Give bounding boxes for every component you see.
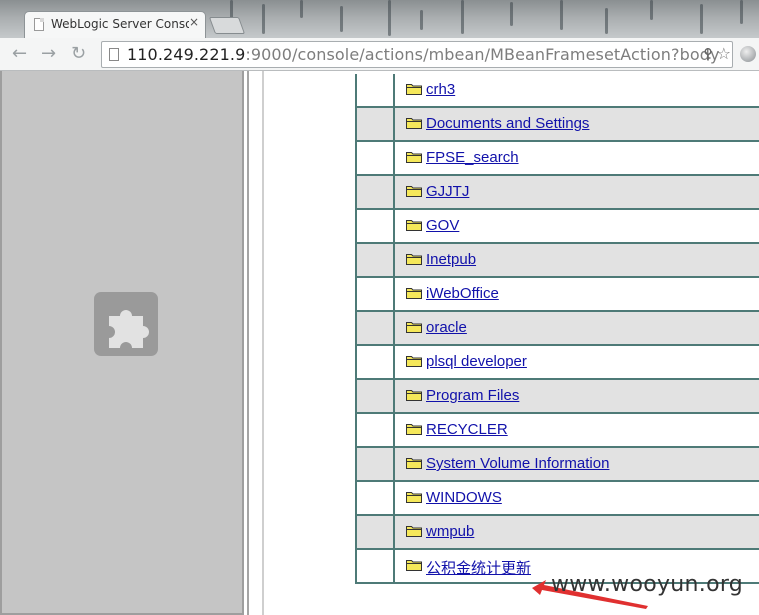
address-bar[interactable]: 110.249.221.9:9000/console/actions/mbean… <box>101 41 733 68</box>
folder-link[interactable]: RECYCLER <box>426 421 508 438</box>
folder-link[interactable]: iWebOffice <box>426 285 499 302</box>
tab-title: WebLogic Server Conso <box>51 17 189 31</box>
frame-border <box>262 71 264 615</box>
folder-icon <box>406 288 422 299</box>
folder-icon <box>406 424 422 435</box>
table-row: RECYCLER <box>355 414 759 448</box>
folder-link[interactable]: plsql developer <box>426 353 527 370</box>
folder-icon <box>406 220 422 231</box>
row-select-cell <box>357 346 395 378</box>
watermark: www.wooyun.org <box>551 572 744 597</box>
row-select-cell <box>357 74 395 106</box>
row-select-cell <box>357 142 395 174</box>
folder-link[interactable]: FPSE_search <box>426 149 519 166</box>
folder-link[interactable]: crh3 <box>426 81 455 98</box>
folder-link[interactable]: Program Files <box>426 387 519 404</box>
row-select-cell <box>357 516 395 548</box>
table-row: oracle <box>355 312 759 346</box>
table-row: plsql developer <box>355 346 759 380</box>
table-row: FPSE_search <box>355 142 759 176</box>
folder-link[interactable]: GOV <box>426 217 459 234</box>
folder-icon <box>406 492 422 503</box>
folder-link[interactable]: GJJTJ <box>426 183 469 200</box>
row-select-cell <box>357 244 395 276</box>
close-icon[interactable]: × <box>189 15 199 29</box>
bookmark-star-icon[interactable]: ☆ <box>717 44 731 63</box>
forward-arrow-icon[interactable]: → <box>41 44 56 64</box>
back-arrow-icon[interactable]: ← <box>12 44 27 64</box>
frame-border <box>247 71 249 615</box>
row-select-cell <box>357 312 395 344</box>
directory-table: crh3 Documents and Settings FPSE_search GJJ… <box>355 74 759 584</box>
row-select-cell <box>357 108 395 140</box>
missing-plugin-icon <box>94 292 158 356</box>
reload-icon[interactable]: ↻ <box>71 44 86 64</box>
document-icon <box>109 48 119 61</box>
row-select-cell <box>357 278 395 310</box>
page-icon <box>34 18 44 31</box>
table-row: wmpub <box>355 516 759 550</box>
folder-icon <box>406 526 422 537</box>
table-row: System Volume Information <box>355 448 759 482</box>
table-row: iWebOffice <box>355 278 759 312</box>
folder-icon <box>406 458 422 469</box>
folder-icon <box>406 186 422 197</box>
folder-icon <box>406 560 422 571</box>
table-row: GOV <box>355 210 759 244</box>
folder-icon <box>406 254 422 265</box>
table-row: Program Files <box>355 380 759 414</box>
table-row: WINDOWS <box>355 482 759 516</box>
row-select-cell <box>357 448 395 480</box>
row-select-cell <box>357 210 395 242</box>
folder-icon <box>406 322 422 333</box>
folder-link[interactable]: System Volume Information <box>426 455 609 472</box>
row-select-cell <box>357 414 395 446</box>
folder-icon <box>406 390 422 401</box>
folder-link[interactable]: WINDOWS <box>426 489 502 506</box>
table-row: crh3 <box>355 74 759 108</box>
address-url[interactable]: 110.249.221.9:9000/console/actions/mbean… <box>127 45 720 64</box>
new-tab-button[interactable] <box>208 17 246 34</box>
table-row: Documents and Settings <box>355 108 759 142</box>
folder-link[interactable]: 公积金统计更新 <box>426 557 531 578</box>
folder-link[interactable]: wmpub <box>426 523 474 540</box>
folder-icon <box>406 152 422 163</box>
row-select-cell <box>357 380 395 412</box>
row-select-cell <box>357 550 395 582</box>
folder-icon <box>406 118 422 129</box>
table-row: Inetpub <box>355 244 759 278</box>
left-frame <box>0 71 244 615</box>
folder-link[interactable]: Documents and Settings <box>426 115 589 132</box>
browser-toolbar: ← → ↻ 110.249.221.9:9000/console/actions… <box>0 38 759 71</box>
key-icon[interactable] <box>704 48 712 61</box>
row-select-cell <box>357 176 395 208</box>
folder-icon <box>406 356 422 367</box>
table-row: GJJTJ <box>355 176 759 210</box>
folder-link[interactable]: oracle <box>426 319 467 336</box>
folder-icon <box>406 84 422 95</box>
browser-tab[interactable]: WebLogic Server Conso × <box>24 11 206 38</box>
browser-titlebar: WebLogic Server Conso × <box>0 0 759 38</box>
row-select-cell <box>357 482 395 514</box>
globe-icon[interactable] <box>740 46 756 62</box>
folder-link[interactable]: Inetpub <box>426 251 476 268</box>
